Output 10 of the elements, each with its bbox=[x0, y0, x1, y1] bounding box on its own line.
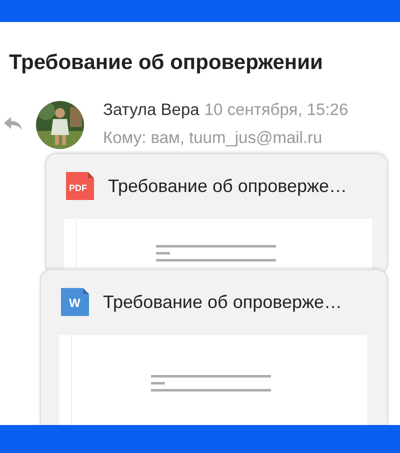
attachment-name: Требование об опроверже… bbox=[108, 176, 348, 196]
recipients-text: Кому: вам, tuum_jus@mail.ru bbox=[103, 129, 322, 148]
document-file-icon: W bbox=[59, 286, 91, 318]
subject-heading: Требование об опровержении bbox=[8, 50, 324, 75]
attachment-name: Требование об опроверже… bbox=[103, 292, 342, 312]
sender-name: Затула Вера bbox=[103, 101, 200, 120]
pdf-file-icon: PDF bbox=[64, 170, 96, 202]
reply-icon[interactable] bbox=[4, 117, 22, 131]
message-date: 10 сентября, 15:26 bbox=[204, 101, 348, 120]
attachment-card[interactable]: W Требование об опроверже… bbox=[40, 269, 388, 425]
